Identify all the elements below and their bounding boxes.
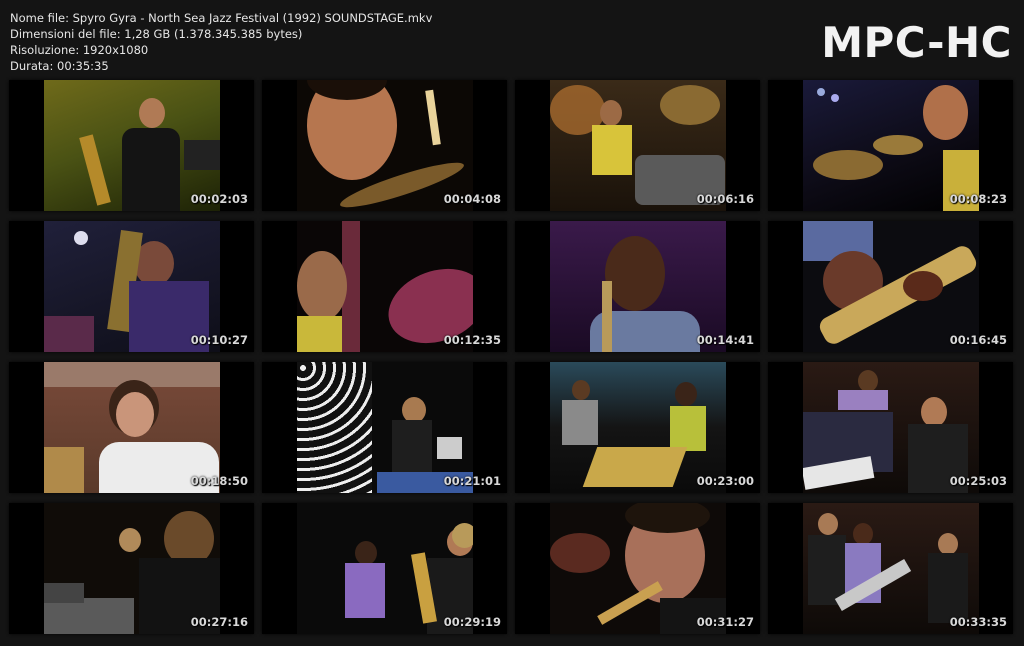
thumbnail[interactable]: 00:23:00 [515,362,760,493]
timestamp: 00:04:08 [443,192,501,206]
thumbnail[interactable]: 00:10:27 [9,221,254,352]
thumbnail[interactable]: 00:33:35 [768,503,1013,634]
thumbnail[interactable]: 00:27:16 [9,503,254,634]
thumbnail[interactable]: 00:02:03 [9,80,254,211]
timestamp: 00:10:27 [190,333,248,347]
timestamp: 00:33:35 [949,615,1007,629]
timestamp: 00:16:45 [949,333,1007,347]
duration-label: Durata: 00:35:35 [10,59,109,73]
timestamp: 00:06:16 [696,192,754,206]
thumbnail[interactable]: 00:16:45 [768,221,1013,352]
thumbnail[interactable]: 00:25:03 [768,362,1013,493]
timestamp: 00:23:00 [696,474,754,488]
timestamp: 00:29:19 [443,615,501,629]
thumbnail[interactable]: 00:06:16 [515,80,760,211]
file-name-label: Nome file: Spyro Gyra - North Sea Jazz F… [10,11,433,25]
thumbnail[interactable]: 00:18:50 [9,362,254,493]
thumbnail-grid: 00:02:03 00:04:08 00:06:16 00:08:23 00:1… [9,80,1013,634]
thumbnail[interactable]: 00:04:08 [262,80,507,211]
timestamp: 00:31:27 [696,615,754,629]
thumbnail[interactable]: 00:08:23 [768,80,1013,211]
timestamp: 00:08:23 [949,192,1007,206]
app-logo: MPC-HC [821,18,1012,67]
thumbnail[interactable]: 00:31:27 [515,503,760,634]
file-size-label: Dimensioni del file: 1,28 GB (1.378.345.… [10,27,303,41]
timestamp: 00:18:50 [190,474,248,488]
file-info: Nome file: Spyro Gyra - North Sea Jazz F… [10,10,432,74]
timestamp: 00:14:41 [696,333,754,347]
thumbnail[interactable]: 00:29:19 [262,503,507,634]
timestamp: 00:21:01 [443,474,501,488]
timestamp: 00:12:35 [443,333,501,347]
thumbnail[interactable]: 00:14:41 [515,221,760,352]
thumbnail[interactable]: 00:21:01 [262,362,507,493]
timestamp: 00:27:16 [190,615,248,629]
resolution-label: Risoluzione: 1920x1080 [10,43,149,57]
thumbnail[interactable]: 00:12:35 [262,221,507,352]
timestamp: 00:02:03 [190,192,248,206]
timestamp: 00:25:03 [949,474,1007,488]
